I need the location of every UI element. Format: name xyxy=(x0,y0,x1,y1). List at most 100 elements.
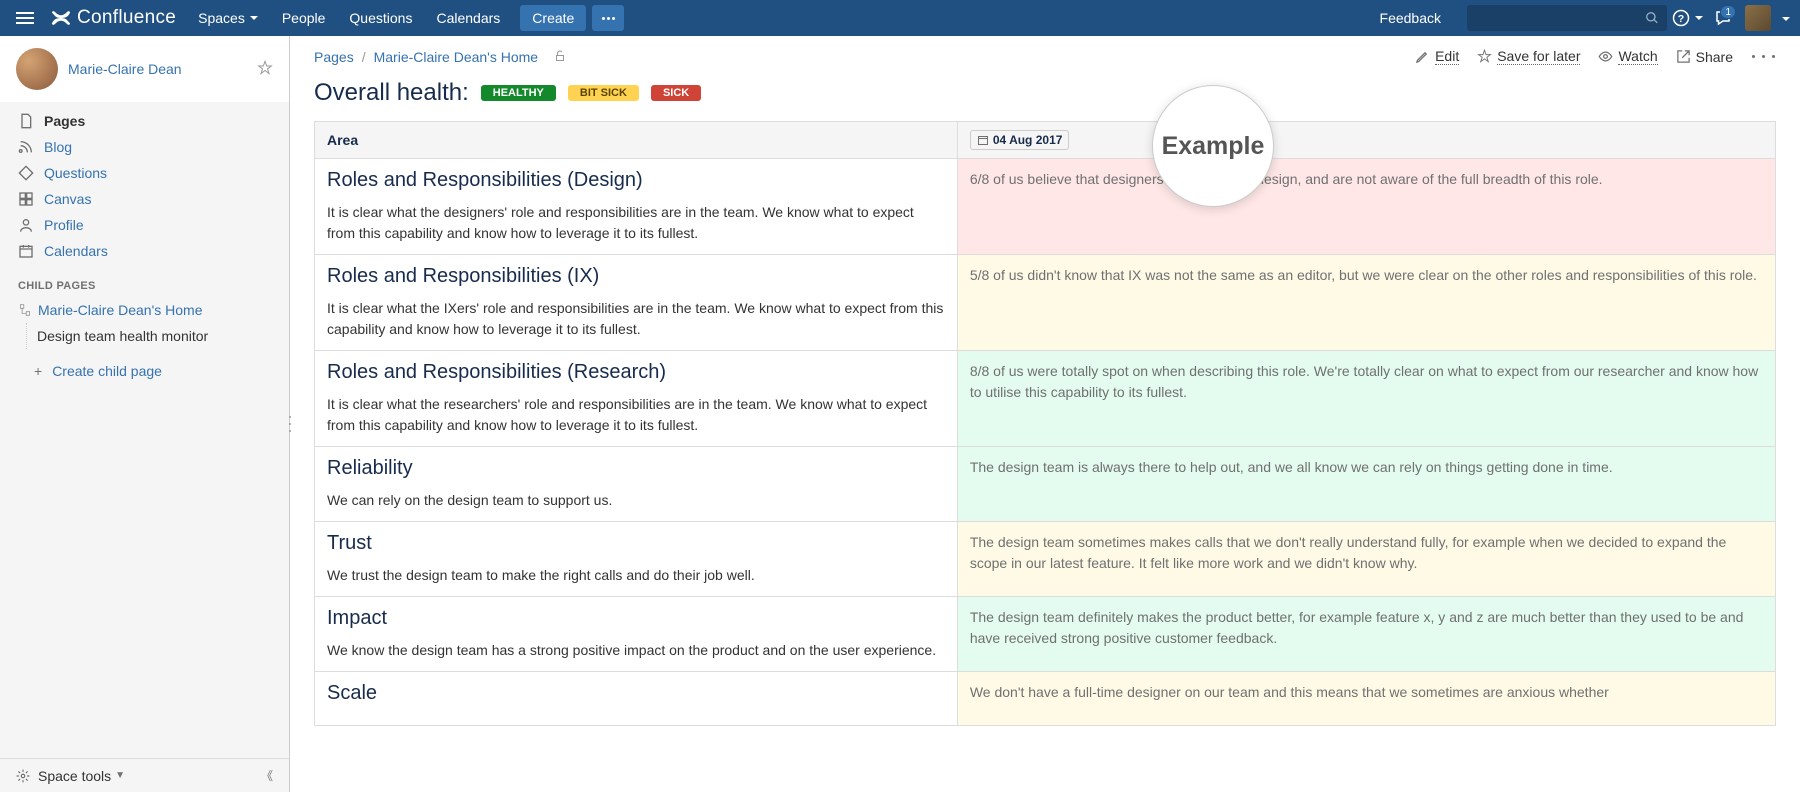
save-label: Save for later xyxy=(1497,48,1580,65)
header-nav: Spaces People Questions Calendars xyxy=(186,0,512,36)
space-tools-label: Space tools xyxy=(38,768,111,784)
sidebar-calendars[interactable]: Calendars xyxy=(0,238,289,264)
table-row: ImpactWe know the design team has a stro… xyxy=(315,597,1776,672)
area-description: It is clear what the designers' role and… xyxy=(327,202,945,244)
user-menu-caret[interactable] xyxy=(1777,10,1790,26)
sidebar-blog[interactable]: Blog xyxy=(0,134,289,160)
gear-icon xyxy=(16,769,30,783)
sidebar-questions[interactable]: Questions xyxy=(0,160,289,186)
share-action[interactable]: Share xyxy=(1676,49,1733,65)
collapse-sidebar-icon[interactable]: 《 xyxy=(261,767,273,784)
help-icon[interactable]: ? xyxy=(1671,2,1703,34)
breadcrumb-home[interactable]: Marie-Claire Dean's Home xyxy=(374,49,539,65)
status-cell: The design team definitely makes the pro… xyxy=(957,597,1775,672)
status-cell: 6/8 of us believe that designers only do… xyxy=(957,159,1775,255)
sidebar-nav: Pages Blog Questions Canvas Profile Cale… xyxy=(0,102,289,270)
area-description: It is clear what the IXers' role and res… xyxy=(327,298,945,340)
create-child-page-link[interactable]: +Create child page xyxy=(0,355,289,387)
search-input[interactable] xyxy=(1467,5,1667,31)
nav-people[interactable]: People xyxy=(270,0,338,36)
star-icon[interactable] xyxy=(257,60,273,79)
child-pages-heading: CHILD PAGES xyxy=(0,270,289,297)
page-actions: Edit Save for later Watch Share xyxy=(1415,48,1776,65)
edit-action[interactable]: Edit xyxy=(1415,48,1459,65)
area-title: Roles and Responsibilities (Research) xyxy=(327,361,945,384)
sidebar-canvas[interactable]: Canvas xyxy=(0,186,289,212)
area-cell: Roles and Responsibilities (IX) It is cle… xyxy=(315,255,958,351)
sidebar-calendars-label: Calendars xyxy=(44,243,108,259)
area-cell: Scale xyxy=(315,672,958,726)
area-cell: Roles and Responsibilities (Design) It is… xyxy=(315,159,958,255)
date-chip[interactable]: 04 Aug 2017 xyxy=(970,130,1070,150)
nav-questions[interactable]: Questions xyxy=(337,0,424,36)
sidebar-pages-label: Pages xyxy=(44,113,85,129)
area-title: Reliability xyxy=(327,457,945,480)
space-avatar[interactable] xyxy=(16,48,58,90)
sidebar-questions-label: Questions xyxy=(44,165,107,181)
area-cell: ImpactWe know the design team has a stro… xyxy=(315,597,958,672)
breadcrumb-pages[interactable]: Pages xyxy=(314,49,354,65)
edit-label: Edit xyxy=(1435,48,1459,65)
notification-badge: 1 xyxy=(1720,5,1736,19)
status-cell: The design team is always there to help … xyxy=(957,447,1775,522)
status-cell: The design team sometimes makes calls th… xyxy=(957,522,1775,597)
app-switcher-icon[interactable] xyxy=(10,12,40,24)
app-header: Confluence Spaces People Questions Calen… xyxy=(0,0,1800,36)
notifications-icon[interactable]: 1 xyxy=(1707,2,1739,34)
sidebar-user-row: Marie-Claire Dean xyxy=(0,36,289,102)
tree-home-link[interactable]: Marie-Claire Dean's Home xyxy=(0,297,289,323)
sidebar-profile[interactable]: Profile xyxy=(0,212,289,238)
status-cell: We don't have a full-time designer on ou… xyxy=(957,672,1775,726)
area-header: Area xyxy=(315,122,958,159)
page-tree-icon xyxy=(18,303,32,317)
header-search-wrap xyxy=(1467,5,1667,31)
nav-spaces[interactable]: Spaces xyxy=(186,0,270,36)
area-description: It is clear what the researchers' role a… xyxy=(327,394,945,436)
feedback-link[interactable]: Feedback xyxy=(1368,0,1453,36)
unlocked-icon[interactable] xyxy=(546,49,566,65)
sidebar-canvas-label: Canvas xyxy=(44,191,91,207)
confluence-logo[interactable]: Confluence xyxy=(50,7,176,29)
status-bit-sick: BIT SICK xyxy=(568,85,639,101)
area-description: We can rely on the design team to suppor… xyxy=(327,490,945,511)
sidebar-pages[interactable]: Pages xyxy=(0,108,289,134)
table-row: Trust We trust the design team to make th… xyxy=(315,522,1776,597)
area-description: We trust the design team to make the rig… xyxy=(327,565,945,586)
area-title: Trust xyxy=(327,532,945,555)
create-button[interactable]: Create xyxy=(520,5,586,31)
search-icon xyxy=(1645,11,1659,25)
create-more-button[interactable] xyxy=(592,5,624,31)
save-for-later-action[interactable]: Save for later xyxy=(1477,48,1580,65)
watch-label: Watch xyxy=(1618,48,1657,65)
table-row: Roles and Responsibilities (Research) It … xyxy=(315,351,1776,447)
table-row: Roles and Responsibilities (Design) It is… xyxy=(315,159,1776,255)
breadcrumb-separator: / xyxy=(362,49,366,65)
breadcrumb: Pages / Marie-Claire Dean's Home xyxy=(314,49,566,65)
area-title: Roles and Responsibilities (Design) xyxy=(327,169,945,192)
tree-current-page[interactable]: Design team health monitor xyxy=(26,323,289,349)
sidebar: Marie-Claire Dean Pages Blog Questions C… xyxy=(0,36,290,792)
watch-action[interactable]: Watch xyxy=(1598,48,1657,65)
area-description: We know the design team has a strong pos… xyxy=(327,640,945,661)
space-tools[interactable]: Space tools ▼ 《 xyxy=(0,758,289,792)
more-actions[interactable] xyxy=(1751,55,1776,58)
area-cell: Reliability We can rely on the design tea… xyxy=(315,447,958,522)
sidebar-blog-label: Blog xyxy=(44,139,72,155)
date-value: 04 Aug 2017 xyxy=(993,133,1063,147)
space-name-link[interactable]: Marie-Claire Dean xyxy=(68,61,182,77)
main-content: Example Pages / Marie-Claire Dean's Home… xyxy=(290,36,1800,792)
table-row: Reliability We can rely on the design tea… xyxy=(315,447,1776,522)
area-title: Scale xyxy=(327,682,945,705)
health-table: Area 04 Aug 2017 Roles and Responsibilit… xyxy=(314,121,1776,726)
breadcrumb-row: Pages / Marie-Claire Dean's Home Edit Sa… xyxy=(290,36,1800,65)
page-title-row: Overall health: HEALTHY BIT SICK SICK xyxy=(290,65,1800,121)
page-title: Overall health: xyxy=(314,79,469,107)
area-cell: Roles and Responsibilities (Research) It … xyxy=(315,351,958,447)
user-avatar[interactable] xyxy=(1745,5,1771,31)
table-row: Roles and Responsibilities (IX) It is cle… xyxy=(315,255,1776,351)
area-title: Roles and Responsibilities (IX) xyxy=(327,265,945,288)
date-header-cell: 04 Aug 2017 xyxy=(957,122,1775,159)
nav-calendars[interactable]: Calendars xyxy=(424,0,512,36)
calendar-icon xyxy=(977,134,989,146)
create-child-label: Create child page xyxy=(52,363,162,379)
